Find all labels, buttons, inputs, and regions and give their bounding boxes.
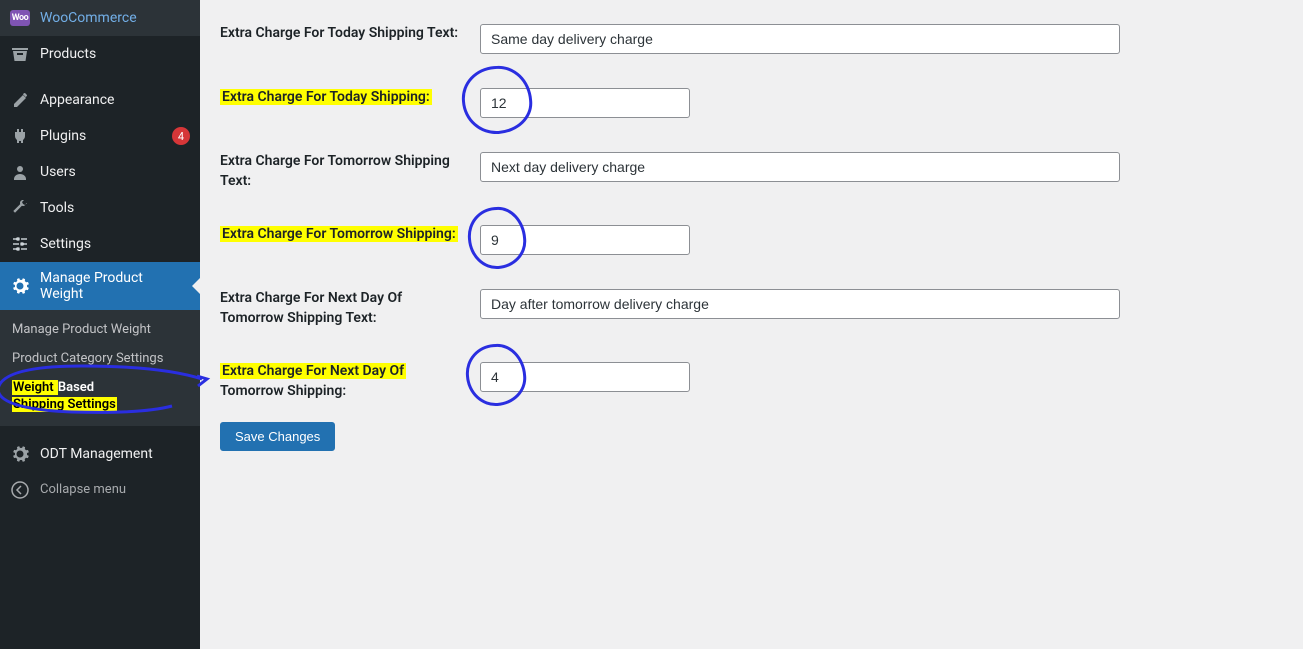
- plugins-update-badge: 4: [172, 127, 190, 145]
- label-dayafter-text: Extra Charge For Next Day Of Tomorrow Sh…: [220, 289, 480, 328]
- settings-icon: [10, 234, 30, 254]
- input-today-text[interactable]: [480, 24, 1120, 54]
- collapse-menu[interactable]: Collapse menu: [0, 472, 200, 508]
- submenu-item-weight-based-shipping[interactable]: Weight Based Shipping Settings: [0, 374, 200, 420]
- collapse-icon: [10, 480, 30, 500]
- admin-sidebar: Woo WooCommerce Products Appearance Plug…: [0, 0, 200, 649]
- sidebar-label: WooCommerce: [40, 10, 190, 26]
- submenu-item-manage-weight[interactable]: Manage Product Weight: [0, 316, 200, 345]
- sidebar-label: Settings: [40, 236, 190, 252]
- label-tomorrow-text: Extra Charge For Tomorrow Shipping Text:: [220, 152, 480, 191]
- sidebar-submenu: Manage Product Weight Product Category S…: [0, 310, 200, 426]
- row-today-text: Extra Charge For Today Shipping Text:: [220, 10, 1283, 54]
- row-dayafter-text: Extra Charge For Next Day Of Tomorrow Sh…: [220, 275, 1283, 328]
- sidebar-label: ODT Management: [40, 446, 190, 462]
- sidebar-item-odt-management[interactable]: ODT Management: [0, 436, 200, 472]
- label-today-text: Extra Charge For Today Shipping Text:: [220, 24, 480, 44]
- row-dayafter-charge: Extra Charge For Next Day Of Tomorrow Sh…: [220, 348, 1283, 401]
- input-today-charge[interactable]: [480, 88, 690, 118]
- sidebar-label: Plugins: [40, 128, 162, 144]
- row-tomorrow-charge: Extra Charge For Tomorrow Shipping:: [220, 211, 1283, 255]
- sidebar-item-appearance[interactable]: Appearance: [0, 82, 200, 118]
- sidebar-item-manage-product-weight[interactable]: Manage Product Weight: [0, 262, 200, 310]
- input-tomorrow-charge[interactable]: [480, 225, 690, 255]
- input-tomorrow-text[interactable]: [480, 152, 1120, 182]
- sidebar-item-settings[interactable]: Settings: [0, 226, 200, 262]
- label-dayafter-charge: Extra Charge For Next Day Of Tomorrow Sh…: [220, 362, 480, 401]
- label-tomorrow-charge: Extra Charge For Tomorrow Shipping:: [220, 225, 480, 245]
- save-button[interactable]: Save Changes: [220, 422, 335, 451]
- main-content: Extra Charge For Today Shipping Text: Ex…: [200, 0, 1303, 649]
- input-dayafter-charge[interactable]: [480, 362, 690, 392]
- sidebar-label: Manage Product Weight: [40, 270, 182, 302]
- collapse-label: Collapse menu: [40, 482, 126, 497]
- row-tomorrow-text: Extra Charge For Tomorrow Shipping Text:: [220, 138, 1283, 191]
- plugins-icon: [10, 126, 30, 146]
- input-dayafter-text[interactable]: [480, 289, 1120, 319]
- sidebar-label: Appearance: [40, 92, 190, 108]
- sidebar-label: Tools: [40, 200, 190, 216]
- sidebar-item-tools[interactable]: Tools: [0, 190, 200, 226]
- woocommerce-icon: Woo: [10, 8, 30, 28]
- users-icon: [10, 162, 30, 182]
- gear-icon: [10, 276, 30, 296]
- label-today-charge: Extra Charge For Today Shipping:: [220, 88, 480, 108]
- sidebar-label: Users: [40, 164, 190, 180]
- products-icon: [10, 44, 30, 64]
- sidebar-item-woocommerce[interactable]: Woo WooCommerce: [0, 0, 200, 36]
- sidebar-label: Products: [40, 46, 190, 62]
- submenu-item-category-settings[interactable]: Product Category Settings: [0, 345, 200, 374]
- appearance-icon: [10, 90, 30, 110]
- row-today-charge: Extra Charge For Today Shipping:: [220, 74, 1283, 118]
- sidebar-item-plugins[interactable]: Plugins 4: [0, 118, 200, 154]
- sidebar-item-products[interactable]: Products: [0, 36, 200, 72]
- tools-icon: [10, 198, 30, 218]
- gear-icon: [10, 444, 30, 464]
- sidebar-item-users[interactable]: Users: [0, 154, 200, 190]
